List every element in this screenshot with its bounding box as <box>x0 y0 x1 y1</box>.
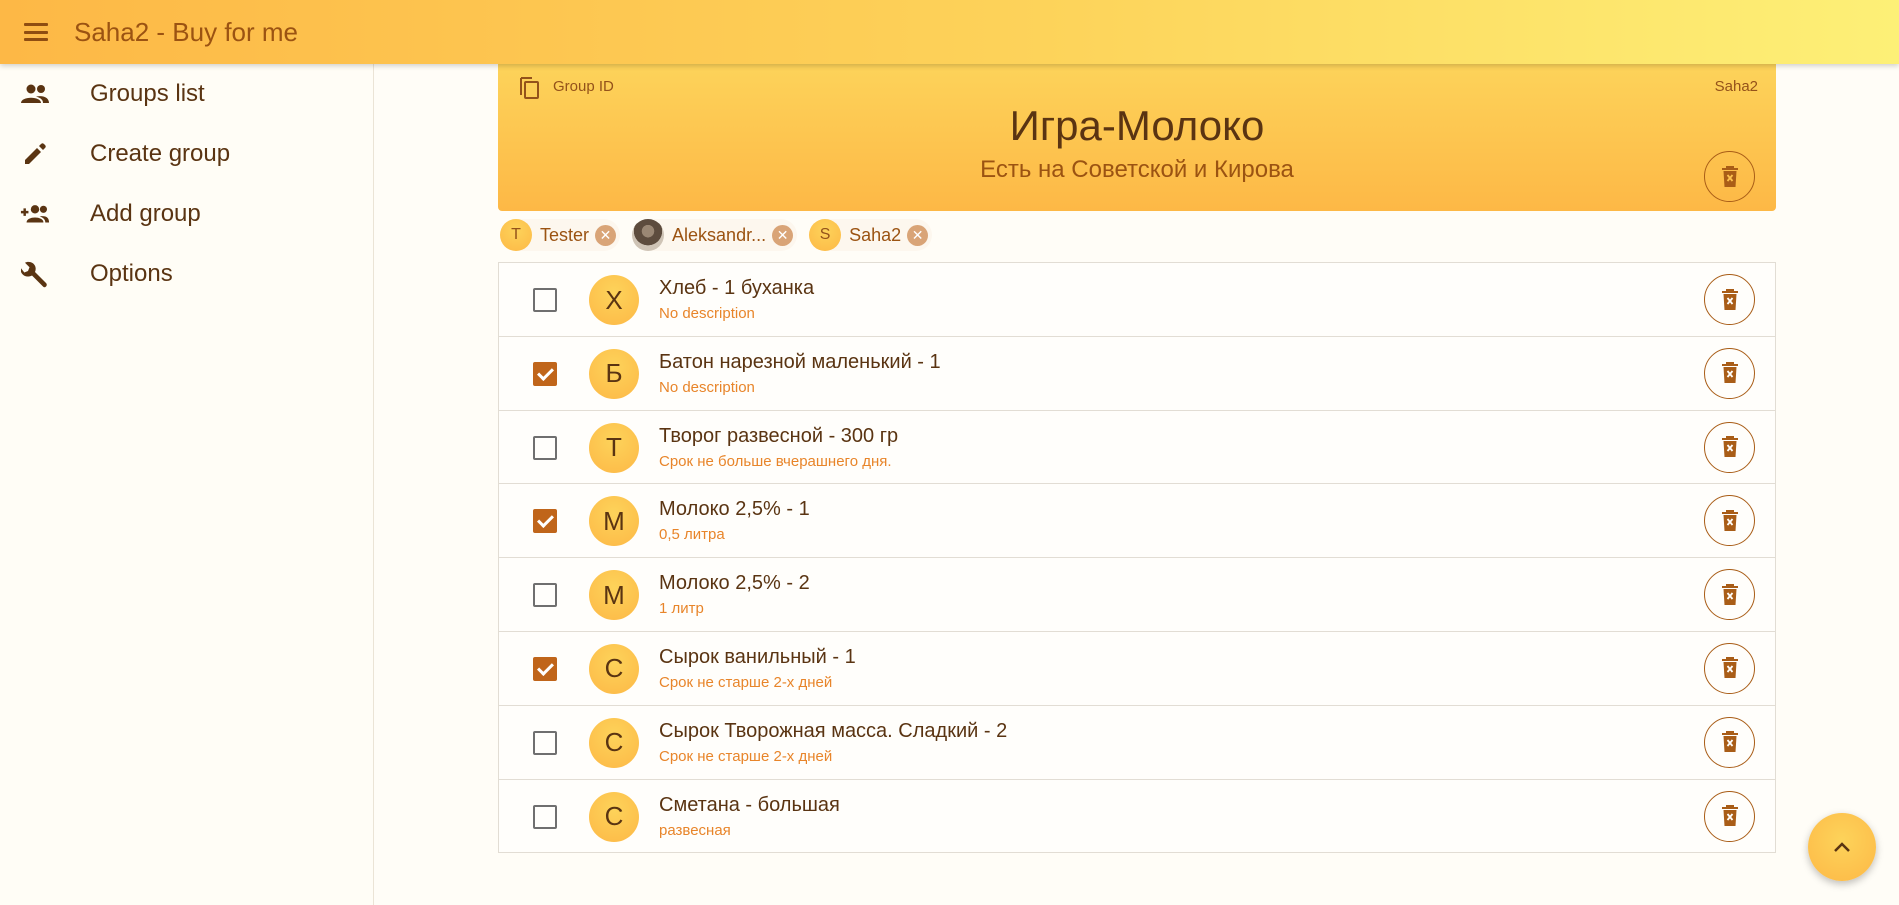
item-description: Срок не больше вчерашнего дня. <box>659 452 892 470</box>
member-chips: T Tester ✕ Aleksandr... ✕ S Saha2 ✕ <box>500 219 944 251</box>
list-item[interactable]: М Молоко 2,5% - 2 1 литр <box>499 558 1775 632</box>
group-description: Есть на Советской и Кирова <box>980 156 1294 183</box>
sidebar: Groups list Create group Add group Optio… <box>0 64 374 905</box>
shopping-list: Х Хлеб - 1 буханка No description Б Батон на… <box>498 262 1776 853</box>
list-item[interactable]: С Сырок Творожная масса. Сладкий - 2 Срок … <box>499 706 1775 780</box>
item-avatar: С <box>589 643 639 694</box>
item-description: развесная <box>659 821 731 839</box>
item-avatar: М <box>589 496 639 547</box>
item-description: No description <box>659 378 755 396</box>
delete-item-button[interactable] <box>1704 347 1755 399</box>
group-icon <box>20 79 50 109</box>
member-name: Tester <box>540 224 590 245</box>
delete-icon <box>1721 165 1738 187</box>
delete-icon <box>1721 583 1738 605</box>
item-checkbox[interactable] <box>533 804 557 829</box>
item-description: No description <box>659 305 755 322</box>
item-avatar: С <box>589 791 639 842</box>
item-avatar: С <box>589 717 639 768</box>
item-checkbox[interactable] <box>533 288 557 312</box>
member-chip[interactable]: T Tester ✕ <box>500 219 621 251</box>
list-item[interactable]: Х Хлеб - 1 буханка No description <box>499 263 1775 337</box>
item-checkbox[interactable] <box>533 730 557 755</box>
list-item[interactable]: Т Творог развесной - 300 гр Срок не больше… <box>499 411 1775 485</box>
copy-icon[interactable] <box>518 76 540 105</box>
member-name: Saha2 <box>849 224 902 245</box>
sidebar-item-label: Add group <box>90 200 201 227</box>
sidebar-item-label: Groups list <box>90 80 205 107</box>
item-checkbox[interactable] <box>533 361 557 386</box>
delete-icon <box>1721 288 1738 310</box>
delete-item-button[interactable] <box>1704 642 1755 694</box>
delete-icon <box>1721 657 1738 679</box>
delete-icon <box>1721 731 1738 753</box>
sidebar-item-add-group[interactable]: Add group <box>0 184 373 244</box>
delete-group-button[interactable] <box>1704 151 1755 202</box>
delete-icon <box>1721 509 1738 531</box>
avatar <box>632 219 665 251</box>
sidebar-item-groups-list[interactable]: Groups list <box>0 64 373 124</box>
chevron-up-icon <box>1834 842 1850 852</box>
remove-member-icon[interactable]: ✕ <box>772 224 794 246</box>
delete-icon <box>1721 362 1738 384</box>
delete-item-button[interactable] <box>1704 421 1755 473</box>
menu-icon[interactable] <box>22 21 50 43</box>
item-description: Срок не старше 2-х дней <box>659 673 833 691</box>
item-avatar: Т <box>589 422 639 473</box>
item-title: Молоко 2,5% - 2 <box>659 572 810 595</box>
pencil-icon <box>20 139 50 169</box>
sidebar-item-create-group[interactable]: Create group <box>0 124 373 184</box>
item-title: Батон нарезной маленький - 1 <box>659 350 941 373</box>
group-header: Group ID Saha2 Игра-Молоко Есть на Совет… <box>498 64 1776 211</box>
app-title: Saha2 - Buy for me <box>74 16 298 47</box>
item-title: Творог развесной - 300 гр <box>659 424 899 447</box>
item-title: Сметана - большая <box>659 793 840 816</box>
item-checkbox[interactable] <box>533 583 557 608</box>
scroll-top-button[interactable] <box>1808 813 1876 881</box>
group-owner: Saha2 <box>1714 78 1758 95</box>
item-avatar: М <box>589 570 639 621</box>
add-person-icon <box>20 199 50 229</box>
item-checkbox[interactable] <box>533 509 557 534</box>
member-name: Aleksandr... <box>672 224 767 245</box>
group-id-label[interactable]: Group ID <box>553 78 614 95</box>
delete-item-button[interactable] <box>1704 569 1755 621</box>
list-item[interactable]: М Молоко 2,5% - 1 0,5 литра <box>499 484 1775 559</box>
list-item[interactable]: С Сметана - большая развесная <box>499 780 1775 854</box>
item-description: 0,5 литра <box>659 526 725 544</box>
item-description: Срок не старше 2-х дней <box>659 747 833 765</box>
delete-item-button[interactable] <box>1704 274 1755 325</box>
member-chip[interactable]: S Saha2 ✕ <box>809 219 933 251</box>
group-title: Игра-Молоко <box>1009 102 1265 149</box>
item-avatar: Б <box>589 348 639 399</box>
item-title: Молоко 2,5% - 1 <box>659 498 810 521</box>
avatar: S <box>809 219 842 251</box>
item-description: 1 литр <box>659 600 704 618</box>
avatar: T <box>500 219 532 251</box>
list-item[interactable]: С Сырок ванильный - 1 Срок не старше 2-х д… <box>499 632 1775 706</box>
item-title: Сырок ванильный - 1 <box>659 645 856 668</box>
sidebar-item-label: Options <box>90 260 173 287</box>
delete-icon <box>1721 805 1738 827</box>
delete-item-button[interactable] <box>1704 716 1755 768</box>
item-avatar: Х <box>589 275 639 325</box>
list-item[interactable]: Б Батон нарезной маленький - 1 No descript… <box>499 337 1775 411</box>
item-title: Хлеб - 1 буханка <box>659 277 815 299</box>
delete-icon <box>1721 436 1738 458</box>
wrench-icon <box>20 259 50 289</box>
sidebar-item-options[interactable]: Options <box>0 244 373 304</box>
item-checkbox[interactable] <box>533 435 557 460</box>
remove-member-icon[interactable]: ✕ <box>907 224 929 246</box>
item-title: Сырок Творожная масса. Сладкий - 2 <box>659 719 1008 742</box>
remove-member-icon[interactable]: ✕ <box>595 224 617 246</box>
sidebar-item-label: Create group <box>90 140 231 167</box>
member-chip[interactable]: Aleksandr... ✕ <box>632 219 798 251</box>
delete-item-button[interactable] <box>1704 495 1755 547</box>
item-checkbox[interactable] <box>533 656 557 681</box>
delete-item-button[interactable] <box>1704 790 1755 842</box>
app-bar: Saha2 - Buy for me <box>0 0 1899 64</box>
